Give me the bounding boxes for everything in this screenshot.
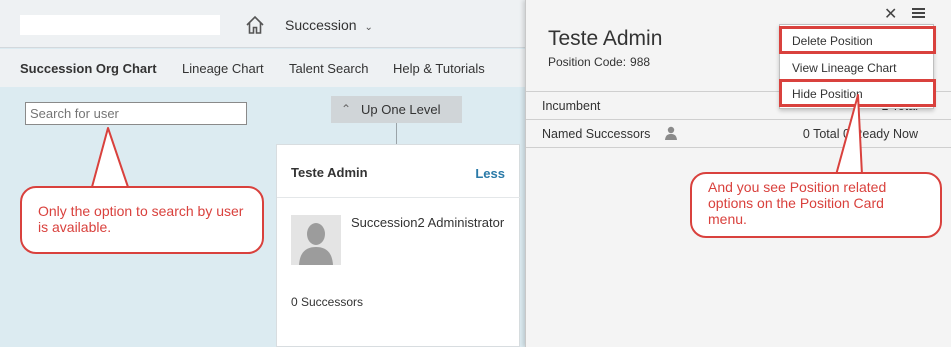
annotation-callout-menu: And you see Position related options on … bbox=[690, 172, 942, 238]
close-icon[interactable]: ✕ bbox=[884, 4, 897, 24]
tab-talent-search[interactable]: Talent Search bbox=[289, 61, 369, 76]
home-icon[interactable] bbox=[244, 14, 266, 36]
chevron-down-icon: ⌄ bbox=[364, 22, 373, 33]
less-toggle-link[interactable]: Less bbox=[475, 166, 505, 181]
chevron-up-icon: ⌃ bbox=[341, 102, 352, 116]
named-successors-label: Named Successors bbox=[542, 127, 651, 141]
person-silhouette-icon bbox=[291, 215, 341, 265]
tab-succession-org-chart[interactable]: Succession Org Chart bbox=[20, 61, 157, 76]
named-successors-row[interactable]: Named Successors 0 Total 0 Ready Now bbox=[526, 119, 951, 148]
successors-count: 0 Successors bbox=[291, 295, 364, 309]
module-switcher[interactable]: Succession ⌄ bbox=[285, 17, 373, 33]
search-input[interactable] bbox=[25, 102, 247, 125]
menu-item-hide-position[interactable]: Hide Position bbox=[779, 79, 936, 107]
card-divider bbox=[277, 197, 521, 198]
tab-help-tutorials[interactable]: Help & Tutorials bbox=[393, 61, 485, 76]
position-code-label: Position Code: bbox=[548, 55, 627, 69]
card-name: Teste Admin bbox=[291, 165, 368, 180]
up-one-level-label: Up One Level bbox=[361, 102, 441, 117]
avatar bbox=[291, 215, 341, 265]
position-options-menu: Delete Position View Lineage Chart Hide … bbox=[779, 24, 936, 109]
menu-item-delete-position[interactable]: Delete Position bbox=[779, 26, 936, 54]
incumbent-label: Incumbent bbox=[542, 99, 601, 113]
hamburger-menu-icon[interactable] bbox=[912, 8, 925, 18]
org-connector-line bbox=[396, 123, 397, 145]
up-one-level-button[interactable]: ⌃ Up One Level bbox=[331, 96, 462, 123]
position-title: Teste Admin bbox=[548, 27, 663, 50]
annotation-callout-search: Only the option to search by user is ava… bbox=[20, 186, 264, 254]
person-icon bbox=[665, 126, 677, 140]
position-code-value: 988 bbox=[630, 55, 651, 69]
tab-lineage-chart[interactable]: Lineage Chart bbox=[182, 61, 264, 76]
named-successors-total: 0 Total 0 Ready Now bbox=[802, 127, 918, 141]
card-job-title: Succession2 Administrator bbox=[351, 215, 505, 230]
position-code: Position Code: 988 bbox=[548, 55, 650, 69]
org-chart-card[interactable]: Teste Admin Less Succession2 Administrat… bbox=[276, 144, 521, 347]
company-logo[interactable] bbox=[20, 15, 220, 35]
menu-item-view-lineage-chart[interactable]: View Lineage Chart bbox=[780, 54, 935, 80]
module-label: Succession bbox=[285, 17, 357, 33]
